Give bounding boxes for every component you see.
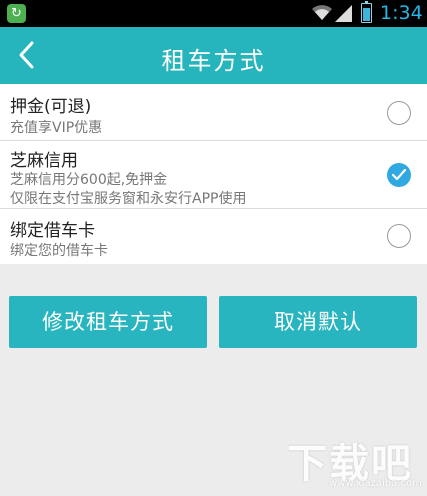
check-icon — [392, 169, 406, 181]
battery-icon — [361, 1, 372, 23]
wifi-icon — [312, 5, 332, 20]
watermark-url: www.xiazaiba.com — [329, 478, 422, 489]
app-notification-icon: ↻ — [7, 4, 26, 23]
radio-bind-card[interactable] — [387, 224, 411, 248]
option-desc: 绑定您的借车卡 — [10, 243, 108, 259]
page-title: 租车方式 — [161, 47, 266, 75]
rental-method-list: 押金(可退) 充值享VIP优惠 芝麻信用 芝麻信用分600起,免押金 仅限在支付… — [0, 84, 427, 264]
option-sesame-credit[interactable]: 芝麻信用 芝麻信用分600起,免押金 仅限在支付宝服务窗和永安行APP使用 — [0, 141, 427, 209]
option-desc: 芝麻信用分600起,免押金 — [10, 172, 168, 188]
option-desc-note: 仅限在支付宝服务窗和永安行APP使用 — [10, 191, 247, 207]
status-time: 1:34 — [380, 2, 423, 24]
option-bind-card[interactable]: 绑定借车卡 绑定您的借车卡 — [0, 209, 427, 264]
option-title: 芝麻信用 — [10, 151, 78, 171]
option-desc: 充值享VIP优惠 — [10, 120, 103, 136]
signal-icon — [335, 5, 352, 22]
cancel-default-button[interactable]: 取消默认 — [219, 296, 417, 348]
change-rental-method-button[interactable]: 修改租车方式 — [9, 296, 207, 348]
option-deposit[interactable]: 押金(可退) 充值享VIP优惠 — [0, 84, 427, 141]
radio-deposit[interactable] — [387, 101, 411, 125]
radio-sesame-credit[interactable] — [387, 163, 411, 187]
status-bar: ↻ 1:34 — [0, 0, 427, 27]
option-title: 押金(可退) — [10, 97, 92, 117]
app-bar: 租车方式 — [0, 27, 427, 84]
option-title: 绑定借车卡 — [10, 221, 95, 241]
